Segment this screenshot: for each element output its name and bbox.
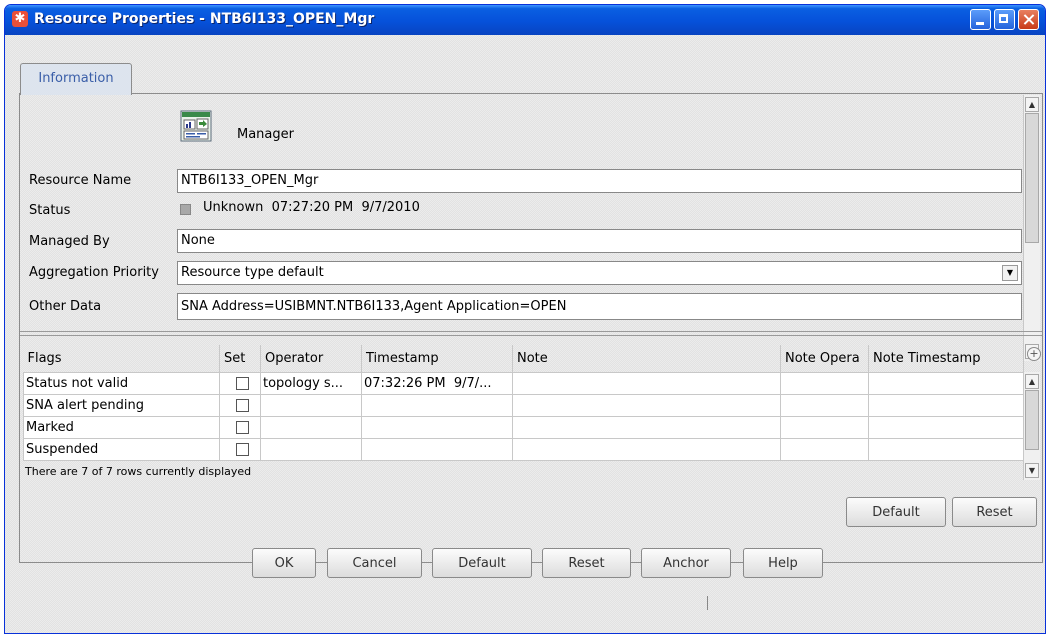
note-timestamp-cell	[868, 438, 1024, 461]
note-timestamp-cell	[868, 372, 1024, 395]
table-row[interactable]: Marked	[23, 416, 1024, 439]
manager-icon	[180, 110, 212, 142]
note-timestamp-cell	[868, 416, 1024, 439]
info-scrollbar[interactable]: ▲ ▼	[1023, 95, 1040, 361]
app-icon: ✱	[12, 11, 28, 27]
set-cell	[219, 394, 261, 417]
flag-cell: Suspended	[23, 438, 220, 461]
column-header-flags[interactable]: Flags	[23, 345, 220, 373]
column-header-timestamp[interactable]: Timestamp	[361, 345, 513, 373]
aggregation-priority-select[interactable]: Resource type default ▼	[177, 261, 1022, 285]
flag-cell: Marked	[23, 416, 220, 439]
column-header-note-operator[interactable]: Note Opera	[780, 345, 869, 373]
note-operator-cell	[780, 394, 869, 417]
resource-name-label: Resource Name	[29, 173, 132, 188]
flag-cell: Status not valid	[23, 372, 220, 395]
operator-cell: topology s...	[260, 372, 362, 395]
aggregation-priority-value: Resource type default	[181, 265, 324, 280]
resource-type-label: Manager	[237, 127, 294, 142]
set-checkbox[interactable]	[236, 399, 249, 412]
scroll-down-icon[interactable]: ▼	[1025, 463, 1039, 478]
column-chooser-icon[interactable]: +	[1027, 347, 1041, 361]
status-value: Unknown 07:27:20 PM 9/7/2010	[203, 200, 420, 215]
reset-button[interactable]: Reset	[542, 548, 631, 578]
scroll-up-icon[interactable]: ▲	[1025, 97, 1039, 112]
scroll-thumb[interactable]	[1025, 113, 1039, 243]
anchor-button[interactable]: Anchor	[641, 548, 731, 578]
operator-cell	[260, 438, 362, 461]
table-default-button[interactable]: Default	[846, 497, 946, 527]
managed-by-label: Managed By	[29, 234, 110, 249]
note-operator-cell	[780, 416, 869, 439]
close-button[interactable]	[1018, 9, 1039, 30]
cancel-button[interactable]: Cancel	[327, 548, 422, 578]
note-cell[interactable]	[512, 372, 781, 395]
set-checkbox[interactable]	[236, 421, 249, 434]
set-cell	[219, 416, 261, 439]
other-data-label: Other Data	[29, 299, 102, 314]
note-timestamp-cell	[868, 394, 1024, 417]
rows-displayed-status: There are 7 of 7 rows currently displaye…	[25, 465, 252, 478]
column-header-set[interactable]: Set	[219, 345, 261, 373]
table-row[interactable]: SNA alert pending	[23, 394, 1024, 417]
panel-divider[interactable]	[20, 331, 1042, 336]
operator-cell	[260, 394, 362, 417]
operator-cell	[260, 416, 362, 439]
table-header-row: Flags Set Operator Timestamp Note Note O…	[23, 345, 1024, 373]
other-data-field[interactable]: SNA Address=USIBMNT.NTB6I133,Agent Appli…	[177, 293, 1022, 320]
managed-by-field[interactable]: None	[177, 229, 1022, 253]
column-header-note-timestamp[interactable]: Note Timestamp	[868, 345, 1024, 373]
timestamp-cell	[361, 416, 513, 439]
column-header-operator[interactable]: Operator	[260, 345, 362, 373]
flags-table: Flags Set Operator Timestamp Note Note O…	[23, 345, 1024, 461]
set-cell	[219, 372, 261, 395]
default-button[interactable]: Default	[432, 548, 532, 578]
note-operator-cell	[780, 438, 869, 461]
table-row[interactable]: Status not valid topology s... 07:32:26 …	[23, 372, 1024, 395]
help-button[interactable]: Help	[743, 548, 823, 578]
status-indicator	[180, 204, 191, 215]
scroll-up-icon[interactable]: ▲	[1025, 374, 1039, 389]
resource-name-field[interactable]: NTB6I133_OPEN_Mgr	[177, 169, 1022, 193]
timestamp-cell	[361, 438, 513, 461]
chevron-down-icon[interactable]: ▼	[1002, 265, 1018, 281]
note-cell[interactable]	[512, 394, 781, 417]
flag-cell: SNA alert pending	[23, 394, 220, 417]
timestamp-cell	[361, 394, 513, 417]
set-checkbox[interactable]	[236, 377, 249, 390]
note-cell[interactable]	[512, 416, 781, 439]
table-row[interactable]: Suspended	[23, 438, 1024, 461]
window-title: Resource Properties - NTB6I133_OPEN_Mgr	[34, 11, 375, 27]
maximize-button[interactable]	[994, 9, 1015, 30]
ok-button[interactable]: OK	[252, 548, 316, 578]
resize-marker	[707, 596, 708, 610]
table-scrollbar[interactable]: ▲ ▼	[1023, 372, 1040, 480]
column-header-note[interactable]: Note	[512, 345, 781, 373]
title-bar[interactable]: ✱ Resource Properties - NTB6I133_OPEN_Mg…	[5, 5, 1045, 35]
note-operator-cell	[780, 372, 869, 395]
aggregation-priority-label: Aggregation Priority	[29, 265, 159, 280]
tab-panel	[19, 93, 1043, 563]
minimize-button[interactable]	[970, 9, 991, 30]
set-cell	[219, 438, 261, 461]
table-reset-button[interactable]: Reset	[952, 497, 1037, 527]
timestamp-cell: 07:32:26 PM 9/7/...	[361, 372, 513, 395]
scroll-thumb[interactable]	[1025, 390, 1039, 450]
tab-information[interactable]: Information	[20, 63, 132, 95]
set-checkbox[interactable]	[236, 443, 249, 456]
status-label: Status	[29, 203, 71, 218]
resource-properties-window: ✱ Resource Properties - NTB6I133_OPEN_Mg…	[4, 4, 1046, 634]
note-cell[interactable]	[512, 438, 781, 461]
